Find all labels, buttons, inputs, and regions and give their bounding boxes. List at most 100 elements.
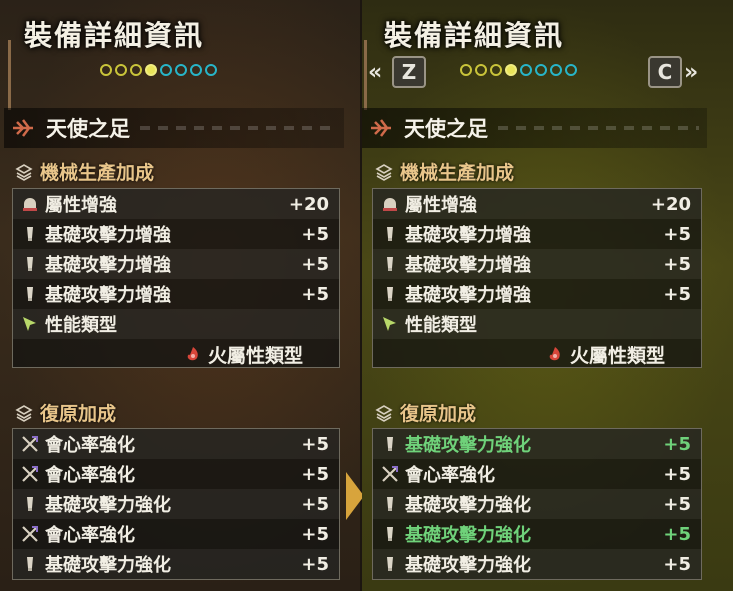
- factory-bonus-list: 屬性增強 +20 基礎攻擊力增強 +5 基礎攻擊力增強 +5 基礎攻擊力增強 +5 性能類型 火屬…: [12, 188, 340, 368]
- bonus-label: 會心率強化: [45, 435, 135, 456]
- bonus-label: 基礎攻擊力增強: [405, 285, 531, 306]
- attack-boost-icon: [19, 554, 41, 574]
- restore-bonus-list: 基礎攻擊力強化 +5 會心率強化 +5 基礎攻擊力強化 +5 基礎攻擊力強化 +5 基礎攻擊力強…: [372, 428, 702, 580]
- bonus-row: 屬性增強 +20: [13, 189, 339, 219]
- equipment-name-row: 天使之足: [4, 108, 344, 148]
- attack-boost-icon: [379, 554, 401, 574]
- next-page-button[interactable]: C: [648, 56, 682, 88]
- page-dot: [115, 64, 127, 76]
- bonus-value: +5: [301, 223, 329, 245]
- type-cursor-icon: [379, 314, 401, 334]
- bonus-row: 基礎攻擊力增強 +5: [373, 219, 701, 249]
- bonus-value: +5: [663, 553, 691, 575]
- layers-icon: [14, 162, 34, 182]
- page-dot: [205, 64, 217, 76]
- restore-bonus-header: 復原加成: [14, 399, 116, 426]
- panel-title: 裝備詳細資訊: [24, 19, 205, 52]
- bonus-label: 會心率強化: [45, 465, 135, 486]
- bonus-value: +5: [301, 463, 329, 485]
- attack-boost-icon: [379, 434, 401, 454]
- bonus-row: 基礎攻擊力強化 +5: [373, 549, 701, 579]
- attack-boost-icon: [379, 524, 401, 544]
- attack-boost-icon: [19, 224, 41, 244]
- layers-icon: [374, 403, 394, 423]
- page-dot-active: [145, 64, 157, 76]
- bonus-label: 基礎攻擊力增強: [405, 255, 531, 276]
- factory-bonus-list: 屬性增強 +20 基礎攻擊力增強 +5 基礎攻擊力增強 +5 基礎攻擊力增強 +5 性能類型 火屬…: [372, 188, 702, 368]
- page-indicator: [460, 64, 577, 76]
- bonus-label: 性能類型: [405, 315, 477, 336]
- bonus-value: +20: [288, 193, 329, 215]
- restore-bonus-title: 復原加成: [400, 403, 477, 425]
- bonus-value: +5: [301, 553, 329, 575]
- bonus-row: 基礎攻擊力增強 +5: [13, 219, 339, 249]
- affinity-icon: [379, 464, 401, 484]
- bonus-row: 會心率強化 +5: [13, 459, 339, 489]
- restore-bonus-title: 復原加成: [40, 403, 117, 425]
- bonus-label: 會心率強化: [45, 525, 135, 546]
- page-indicator: [100, 64, 217, 76]
- preview-equipment-panel: 裝備詳細資訊 « Z C » 天使之足 機械生產加成 屬性增強 +20 基礎攻擊力增…: [362, 0, 733, 591]
- bonus-label: 基礎攻擊力增強: [45, 225, 171, 246]
- bonus-value: +20: [650, 193, 691, 215]
- page-dot: [535, 64, 547, 76]
- factory-bonus-title: 機械生產加成: [40, 162, 155, 184]
- factory-bonus-header: 機械生產加成: [374, 158, 514, 185]
- bonus-row: 會心率強化 +5: [373, 459, 701, 489]
- fire-element-icon: [184, 345, 202, 363]
- affinity-icon: [19, 464, 41, 484]
- bonus-row: 基礎攻擊力增強 +5: [13, 249, 339, 279]
- bonus-label: 會心率強化: [405, 465, 495, 486]
- attack-boost-icon: [379, 284, 401, 304]
- bonus-value: +5: [663, 463, 691, 485]
- bonus-label: 屬性增強: [405, 195, 477, 216]
- bonus-value: +5: [663, 523, 691, 545]
- layers-icon: [374, 162, 394, 182]
- restore-bonus-list: 會心率強化 +5 會心率強化 +5 基礎攻擊力強化 +5 會心率強化 +5 基礎攻擊力強化 +5: [12, 428, 340, 580]
- bonus-label: 基礎攻擊力增強: [45, 255, 171, 276]
- current-equipment-panel: 裝備詳細資訊 天使之足 機械生產加成 屬性增強 +20 基礎攻擊力增強 +5 基礎攻擊力…: [0, 0, 360, 591]
- element-boost-icon: [379, 194, 401, 214]
- bonus-row: 基礎攻擊力強化 +5: [13, 549, 339, 579]
- equipment-name: 天使之足: [404, 117, 488, 141]
- page-dot: [460, 64, 472, 76]
- page-dot: [475, 64, 487, 76]
- bonus-value: +5: [301, 283, 329, 305]
- performance-type-value: 火屬性類型: [207, 344, 303, 367]
- element-boost-icon: [19, 194, 41, 214]
- bonus-row: 基礎攻擊力強化 +5: [13, 489, 339, 519]
- page-dot: [130, 64, 142, 76]
- bonus-value: +5: [301, 433, 329, 455]
- page-dot: [190, 64, 202, 76]
- bonus-value: +5: [663, 253, 691, 275]
- equipment-name-row: 天使之足: [362, 108, 707, 148]
- bonus-row: 會心率強化 +5: [13, 429, 339, 459]
- fire-element-icon: [546, 345, 564, 363]
- bonus-value: +5: [663, 223, 691, 245]
- weapon-icon: [366, 113, 396, 143]
- page-dot: [160, 64, 172, 76]
- performance-type-value: 火屬性類型: [569, 344, 665, 367]
- bonus-value: +5: [663, 493, 691, 515]
- page-dot: [565, 64, 577, 76]
- bonus-label: 基礎攻擊力強化: [45, 495, 171, 516]
- bonus-row: 會心率強化 +5: [13, 519, 339, 549]
- equipment-name: 天使之足: [46, 117, 130, 141]
- page-dot: [490, 64, 502, 76]
- bonus-value: +5: [301, 253, 329, 275]
- page-dot: [520, 64, 532, 76]
- bonus-label: 基礎攻擊力強化: [405, 525, 531, 546]
- bonus-value: +5: [301, 493, 329, 515]
- bonus-row: 性能類型: [373, 309, 701, 339]
- page-dot: [100, 64, 112, 76]
- bonus-label: 基礎攻擊力增強: [405, 225, 531, 246]
- performance-type-row: 火屬性類型: [546, 339, 665, 369]
- bonus-value: +5: [663, 433, 691, 455]
- prev-page-button[interactable]: Z: [392, 56, 426, 88]
- bonus-value: +5: [301, 523, 329, 545]
- attack-boost-icon: [379, 224, 401, 244]
- weapon-icon: [8, 113, 38, 143]
- frame-decoration: [8, 40, 11, 110]
- page-dot-active: [505, 64, 517, 76]
- bonus-label: 基礎攻擊力強化: [405, 435, 531, 456]
